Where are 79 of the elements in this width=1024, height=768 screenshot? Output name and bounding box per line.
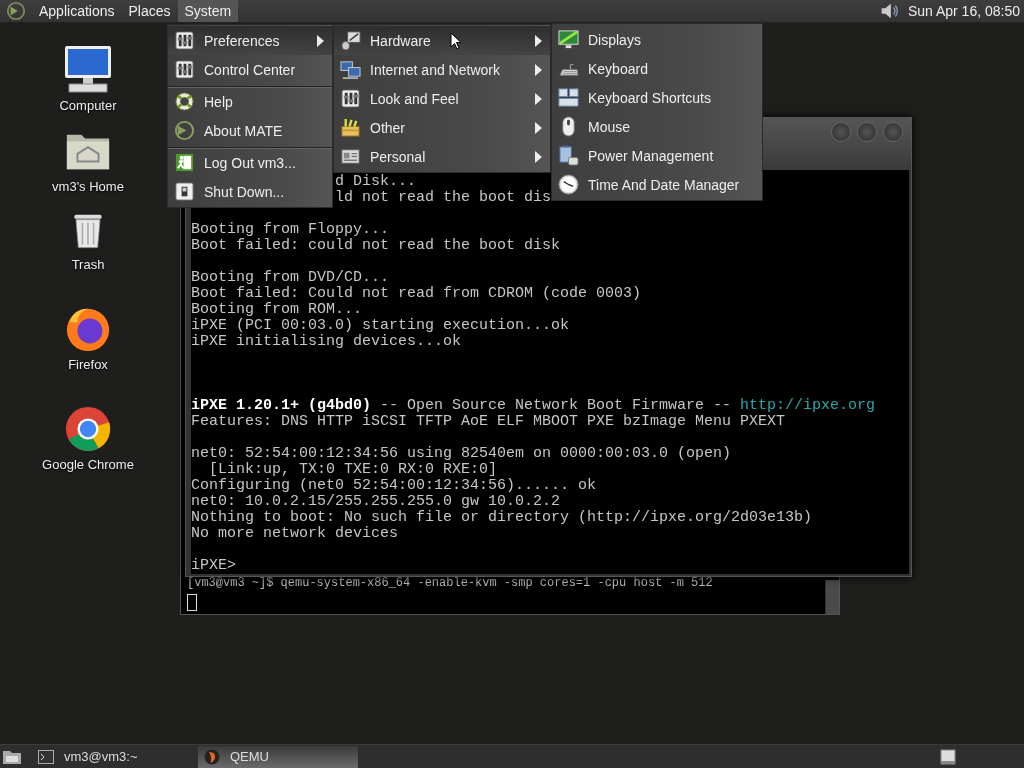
console-text: Configuring (net0 52:54:00:12:34:56)...... ok bbox=[191, 477, 597, 494]
taskbar-button[interactable]: vm3@vm3:~ bbox=[32, 745, 192, 768]
console-text: Booting from ROM... bbox=[191, 301, 363, 318]
ring-logo-icon[interactable] bbox=[64, 405, 112, 453]
submenu-arrow-icon bbox=[535, 92, 542, 105]
console-text: http://ipxe.org bbox=[740, 397, 876, 414]
clock-icon bbox=[558, 174, 579, 195]
menu-item[interactable]: Help bbox=[168, 86, 332, 116]
console-text: d Disk... bbox=[335, 173, 416, 190]
panel-menu[interactable]: System bbox=[177, 0, 239, 22]
submenu-arrow-icon bbox=[535, 150, 542, 163]
menu-item[interactable]: Look and Feel bbox=[334, 84, 550, 113]
logo-icon bbox=[174, 120, 195, 141]
submenu-arrow-icon bbox=[317, 34, 324, 47]
console-text: iPXE initialising devices...ok bbox=[191, 333, 462, 350]
desktop-icon-label[interactable]: vm3's Home bbox=[52, 179, 124, 194]
menu-item[interactable]: About MATE bbox=[168, 116, 332, 145]
monitor-icon bbox=[558, 29, 579, 50]
id-card-icon bbox=[340, 146, 361, 167]
submenu-arrow-icon bbox=[535, 121, 542, 134]
menu-item[interactable]: Log Out vm3... bbox=[168, 147, 332, 177]
battery-icon bbox=[558, 145, 579, 166]
desktop-icon-label[interactable]: Computer bbox=[59, 98, 117, 113]
console-text: Nothing to boot: No such file or directory (http://ipxe.org/2d03e13b) bbox=[191, 509, 813, 526]
console-text: -- Open Source Network Boot Firmware -- bbox=[379, 397, 733, 414]
mouse-pointer-icon bbox=[450, 32, 462, 50]
menu-item[interactable]: Time And Date Manager bbox=[552, 170, 762, 199]
text-cursor bbox=[187, 594, 197, 611]
panel-menu[interactable]: Applications bbox=[32, 0, 122, 22]
submenu-arrow-icon bbox=[535, 63, 542, 76]
console-text: iPXE (PCI 00:03.0) starting execution...ok bbox=[191, 317, 570, 334]
taskbar-button[interactable]: QEMU bbox=[198, 745, 358, 768]
desktop-icon-label[interactable]: Trash bbox=[71, 257, 105, 272]
menu-item[interactable]: Preferences bbox=[168, 26, 332, 55]
console-text: net0: 10.0.2.15/255.255.255.0 gw 10.0.2.2 bbox=[191, 493, 561, 510]
sliders-icon bbox=[174, 30, 195, 51]
menu-item[interactable]: Personal bbox=[334, 142, 550, 171]
sliders-icon bbox=[174, 59, 195, 80]
mouse-tablet-icon bbox=[340, 30, 361, 51]
lifebuoy-icon bbox=[174, 91, 195, 112]
menu-item[interactable]: Displays bbox=[552, 25, 762, 54]
console-text: iPXE 1.20.1+ (g4bd0) bbox=[191, 397, 372, 414]
computer-icon[interactable] bbox=[63, 44, 113, 94]
toolbox-icon bbox=[340, 117, 361, 138]
tiles-icon bbox=[558, 87, 579, 108]
console-text: ld not read the boot dis bbox=[335, 189, 552, 206]
scrollbar[interactable] bbox=[825, 580, 839, 614]
submenu-arrow-icon bbox=[535, 34, 542, 47]
menu-item[interactable]: Internet and Network bbox=[334, 55, 550, 84]
console-text: Booting from Floppy... bbox=[191, 221, 390, 238]
console-text: Boot failed: could not read the boot disk bbox=[191, 237, 561, 254]
monitors-icon bbox=[340, 59, 361, 80]
terminal-icon bbox=[38, 749, 54, 764]
workspace-icon[interactable] bbox=[940, 748, 956, 765]
panel-menu[interactable]: Places bbox=[121, 0, 178, 22]
menu-item[interactable]: Control Center bbox=[168, 55, 332, 84]
switch-icon bbox=[174, 181, 195, 202]
sliders-icon bbox=[340, 88, 361, 109]
logo-icon[interactable] bbox=[6, 1, 26, 21]
menu-item[interactable]: Hardware bbox=[334, 26, 550, 55]
console-text: net0: 52:54:00:12:34:56 using 82540em on 0000:00:03.0 (open) bbox=[191, 445, 732, 462]
console-text: No more network devices bbox=[191, 525, 399, 542]
console-text: [Link:up, TX:0 TXE:0 RX:0 RXE:0] bbox=[208, 461, 498, 478]
exit-sign-icon bbox=[174, 152, 195, 173]
menu-item[interactable]: Shut Down... bbox=[168, 177, 332, 206]
bird-icon bbox=[204, 748, 220, 765]
menu-item[interactable]: Keyboard Shortcuts bbox=[552, 83, 762, 112]
clock[interactable]: Sun Apr 16, 08:50 bbox=[907, 3, 1020, 19]
console-text: iPXE> bbox=[191, 557, 236, 574]
menu-item[interactable]: Mouse bbox=[552, 112, 762, 141]
console-text: Features: DNS HTTP iSCSI TFTP AoE ELF MBOOT PXE bzImage Menu PXEXT bbox=[191, 413, 786, 430]
menu-item[interactable]: Power Management bbox=[552, 141, 762, 170]
menu-item[interactable]: Keyboard bbox=[552, 54, 762, 83]
terminal-line: [vm3@vm3 ~]$ qemu-system-x86_64 -enable-kvm -smp cores=1 -cpu host -m 512 bbox=[187, 575, 714, 592]
console-text: Boot failed: Could not read from CDROM (code 0003) bbox=[191, 285, 642, 302]
desktop-icon-label[interactable]: Google Chrome bbox=[42, 457, 134, 472]
menu-item[interactable]: Other bbox=[334, 113, 550, 142]
desktop-icon-label[interactable]: Firefox bbox=[68, 357, 108, 372]
console-text: Booting from DVD/CD... bbox=[191, 269, 390, 286]
